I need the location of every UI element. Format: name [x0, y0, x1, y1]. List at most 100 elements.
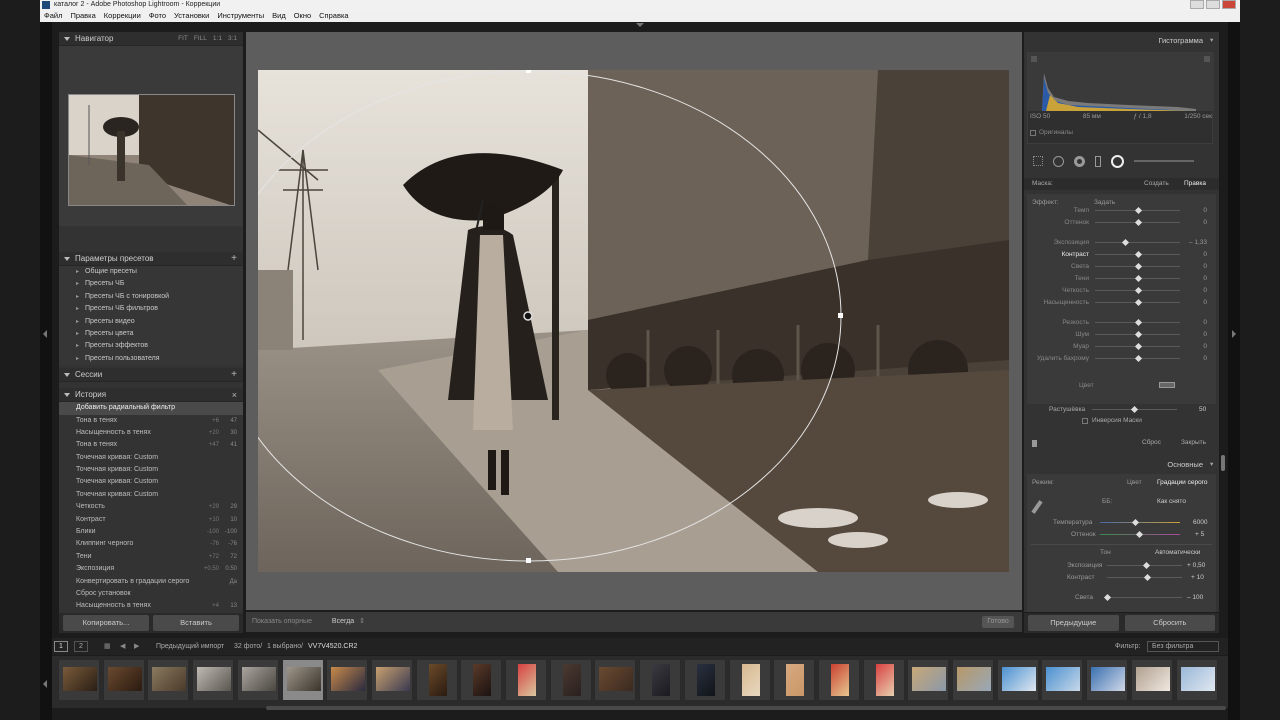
history-item[interactable]: Конвертировать в градации серого Да — [59, 576, 243, 588]
minimize-button[interactable] — [1190, 0, 1204, 9]
copy-button[interactable]: Копировать... — [63, 615, 149, 631]
temp-knob[interactable] — [1131, 518, 1140, 527]
highlights-knob[interactable] — [1103, 593, 1112, 602]
effect-close-button[interactable]: Закрыть — [1181, 437, 1206, 449]
invert-mask-checkbox[interactable] — [1082, 417, 1088, 424]
preset-folder[interactable]: Пресеты эффектов — [59, 340, 243, 353]
filmstrip-thumbnail[interactable] — [862, 659, 905, 701]
filmstrip-thumbnail[interactable] — [549, 659, 592, 701]
menu-item[interactable]: Файл — [44, 10, 62, 22]
source-label[interactable]: Предыдущий импорт — [156, 638, 224, 655]
history-item[interactable]: Клиппинг черного -76 -76 — [59, 538, 243, 550]
mask-create-button[interactable]: Создать — [1144, 178, 1169, 190]
history-item[interactable]: Точечная кривая: Custom — [59, 452, 243, 464]
history-item[interactable]: Точечная кривая: Custom — [59, 464, 243, 476]
effect-slider-knob[interactable] — [1134, 206, 1142, 215]
menu-item[interactable]: Правка — [70, 10, 95, 22]
graduated-filter-icon[interactable] — [1095, 155, 1101, 167]
menu-item[interactable]: Вид — [272, 10, 286, 22]
history-item[interactable]: Добавить радиальный фильтр — [59, 402, 243, 415]
crop-tool-icon[interactable] — [1033, 156, 1043, 166]
history-item[interactable]: Точечная кривая: Custom — [59, 489, 243, 501]
originals-checkbox[interactable] — [1030, 129, 1036, 136]
history-item[interactable]: Насыщенность в тенях +4 13 — [59, 600, 243, 612]
reset-button[interactable]: Сбросить — [1124, 615, 1215, 631]
auto-tone-button[interactable]: Автоматически — [1155, 549, 1200, 556]
history-item[interactable]: Точечная кривая: Custom — [59, 476, 243, 488]
tint-knob[interactable] — [1135, 530, 1144, 539]
add-preset-icon[interactable]: + — [231, 252, 237, 266]
filmstrip-thumbnail[interactable] — [996, 659, 1039, 701]
image-area[interactable] — [246, 32, 1022, 610]
filmstrip-thumbnail[interactable] — [683, 659, 726, 701]
contrast-knob[interactable] — [1143, 573, 1152, 582]
effect-slider-knob[interactable] — [1121, 238, 1129, 247]
toggle-switch-icon[interactable] — [1032, 440, 1037, 447]
filmstrip-thumbnail[interactable] — [326, 659, 369, 701]
preset-folder[interactable]: Пресеты видео — [59, 315, 243, 328]
effect-reset-button[interactable]: Сброс — [1142, 437, 1161, 449]
history-item[interactable]: Сброс установок — [59, 588, 243, 600]
filmstrip-thumbnail[interactable] — [1041, 659, 1084, 701]
filmstrip-thumbnail[interactable] — [639, 659, 682, 701]
history-item[interactable]: Тона в тенях +6 47 — [59, 415, 243, 427]
previous-button[interactable]: Предыдущие — [1028, 615, 1119, 631]
zoom-option[interactable]: 3:1 — [228, 32, 237, 46]
history-item[interactable]: Экспозиция +0.50 0.50 — [59, 563, 243, 575]
navigator-header[interactable]: Навигатор FIT FILL 1:1 3:1 — [59, 32, 243, 46]
filmstrip-thumbnail[interactable] — [1175, 659, 1218, 701]
filmstrip-thumbnail[interactable] — [281, 659, 324, 701]
filmstrip-thumbnail[interactable] — [505, 659, 547, 701]
wb-dropdown[interactable]: Как снято — [1157, 498, 1186, 505]
history-header[interactable]: История × — [59, 388, 243, 403]
effect-slider-knob[interactable] — [1134, 354, 1142, 363]
eyedropper-icon[interactable] — [1031, 500, 1043, 514]
effect-slider-knob[interactable] — [1134, 218, 1142, 227]
filmstrip-thumbnail[interactable] — [58, 659, 100, 701]
zoom-option[interactable]: FILL — [194, 32, 207, 46]
history-item[interactable]: Четкость +29 29 — [59, 501, 243, 513]
preset-folder[interactable]: Пресеты цвета — [59, 327, 243, 341]
add-session-icon[interactable]: + — [231, 368, 237, 382]
menu-item[interactable]: Справка — [319, 10, 348, 22]
filter-dropdown[interactable]: Без фильтра — [1147, 641, 1219, 652]
menu-item[interactable]: Установки — [174, 10, 209, 22]
history-item[interactable]: Блики -100 -100 — [59, 526, 243, 538]
right-collapse-icon[interactable] — [1232, 330, 1236, 338]
preset-folder[interactable]: Пресеты ЧБ — [59, 278, 243, 291]
filmstrip-thumbnail[interactable] — [460, 659, 503, 701]
menu-item[interactable]: Окно — [294, 10, 311, 22]
preset-folder[interactable]: Общие пресеты — [59, 266, 243, 279]
effect-preset-dropdown[interactable]: Задать — [1094, 199, 1115, 206]
filmstrip-thumbnail[interactable] — [773, 659, 816, 701]
filmstrip-thumbnail[interactable] — [192, 659, 235, 701]
close-window-button[interactable] — [1222, 0, 1236, 9]
clear-history-icon[interactable]: × — [232, 388, 237, 402]
back-arrow-icon[interactable]: ◀ — [120, 638, 125, 655]
grid-view-icon[interactable]: ▦ — [104, 638, 111, 655]
filmstrip-thumbnail[interactable] — [370, 659, 413, 701]
mode-grayscale-option[interactable]: Градации серого — [1157, 479, 1208, 486]
exposure-knob[interactable] — [1142, 561, 1151, 570]
menu-item[interactable]: Фото — [149, 10, 166, 22]
maximize-button[interactable] — [1206, 0, 1220, 9]
effect-slider-knob[interactable] — [1134, 298, 1142, 307]
preset-folder[interactable]: Пресеты ЧБ фильтров — [59, 303, 243, 316]
left-collapse-icon[interactable] — [43, 330, 47, 338]
mask-edit-button[interactable]: Правка — [1184, 178, 1206, 190]
filmstrip-thumbnail[interactable] — [817, 659, 860, 701]
main-photo[interactable] — [258, 70, 1009, 572]
effect-slider-knob[interactable] — [1134, 274, 1142, 283]
redeye-icon[interactable] — [1074, 155, 1085, 167]
show-pins-dropdown[interactable]: Всегда — [332, 618, 354, 625]
page-2-button[interactable]: 2 — [74, 641, 88, 652]
forward-arrow-icon[interactable]: ▶ — [134, 638, 139, 655]
radial-filter-icon[interactable] — [1111, 154, 1124, 168]
effect-slider-knob[interactable] — [1134, 286, 1142, 295]
highlights-slider[interactable] — [1107, 597, 1182, 598]
filmstrip-thumbnail[interactable] — [1130, 659, 1173, 701]
filmstrip-thumbnail[interactable] — [594, 659, 637, 701]
filmstrip-thumbnail[interactable] — [236, 659, 279, 701]
spot-removal-icon[interactable] — [1053, 155, 1064, 167]
effect-slider-track[interactable] — [1095, 242, 1180, 243]
